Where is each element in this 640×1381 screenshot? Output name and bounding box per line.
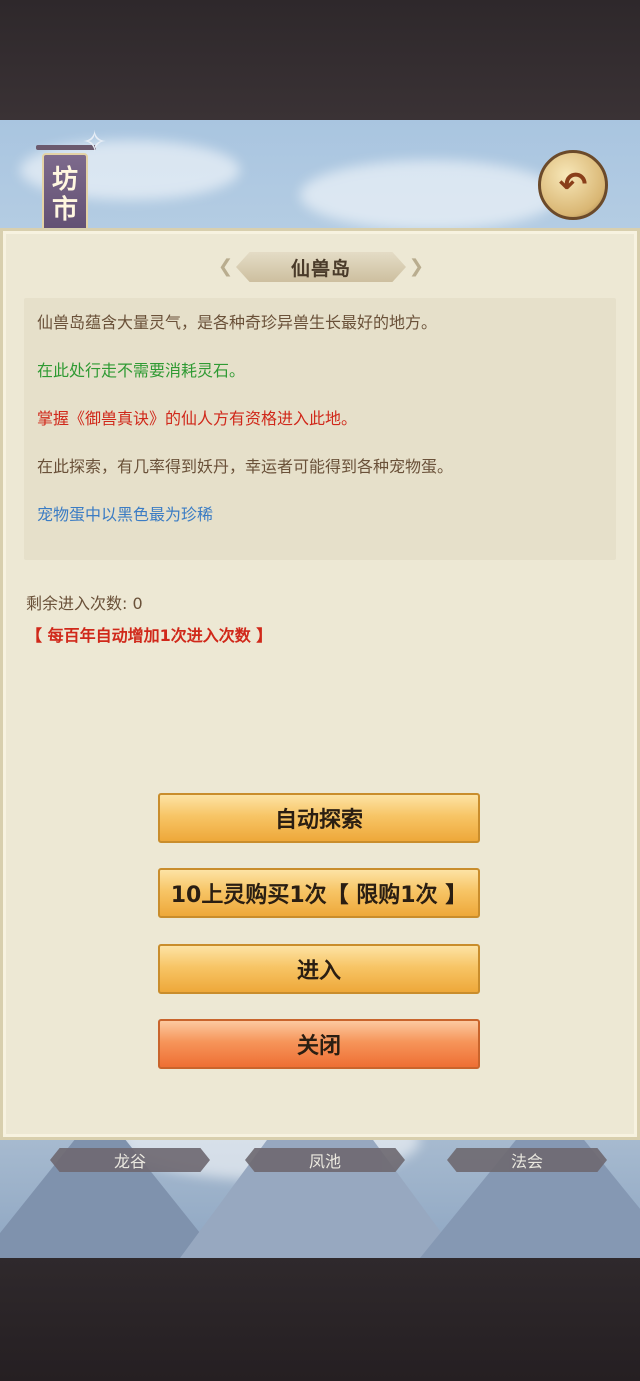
buy-entry-button[interactable]: 10上灵购买1次【 限购1次 】 — [158, 868, 480, 918]
close-button[interactable]: 关闭 — [158, 1019, 480, 1069]
remaining-entries: 剩余进入次数: 0 — [26, 594, 143, 613]
description-line-3: 掌握《御兽真诀》的仙人方有资格进入此地。 — [37, 409, 358, 428]
tab-dragon-valley[interactable]: 龙谷 — [50, 1148, 210, 1172]
tab-phoenix-pool[interactable]: 凤池 — [245, 1148, 405, 1172]
market-banner[interactable]: ✧ 坊市 — [28, 125, 107, 241]
dialog-title-plate: ❮ ❯ 仙兽岛 — [218, 250, 424, 284]
chevron-right-icon: ❯ — [408, 256, 424, 277]
entry-notice: 【 每百年自动增加1次进入次数 】 — [26, 626, 273, 645]
back-button[interactable]: ↶ — [538, 150, 608, 220]
description-line-2: 在此处行走不需要消耗灵石。 — [37, 361, 246, 380]
tab-dharma-assembly[interactable]: 法会 — [447, 1148, 607, 1172]
back-arrow-icon: ↶ — [558, 165, 588, 205]
enter-button[interactable]: 进入 — [158, 944, 480, 994]
status-area — [0, 0, 640, 120]
bottom-tabs: 龙谷 凤池 法会 — [0, 1148, 640, 1174]
auto-explore-button[interactable]: 自动探索 — [158, 793, 480, 843]
description-line-4: 在此探索，有几率得到妖丹，幸运者可能得到各种宠物蛋。 — [37, 457, 454, 476]
description-line-5: 宠物蛋中以黑色最为珍稀 — [37, 505, 214, 524]
description-line-1: 仙兽岛蕴含大量灵气，是各种奇珍异兽生长最好的地方。 — [37, 313, 438, 332]
dialog-title: 仙兽岛 — [290, 257, 351, 280]
chevron-left-icon: ❮ — [218, 256, 234, 277]
bottom-area — [0, 1258, 640, 1381]
